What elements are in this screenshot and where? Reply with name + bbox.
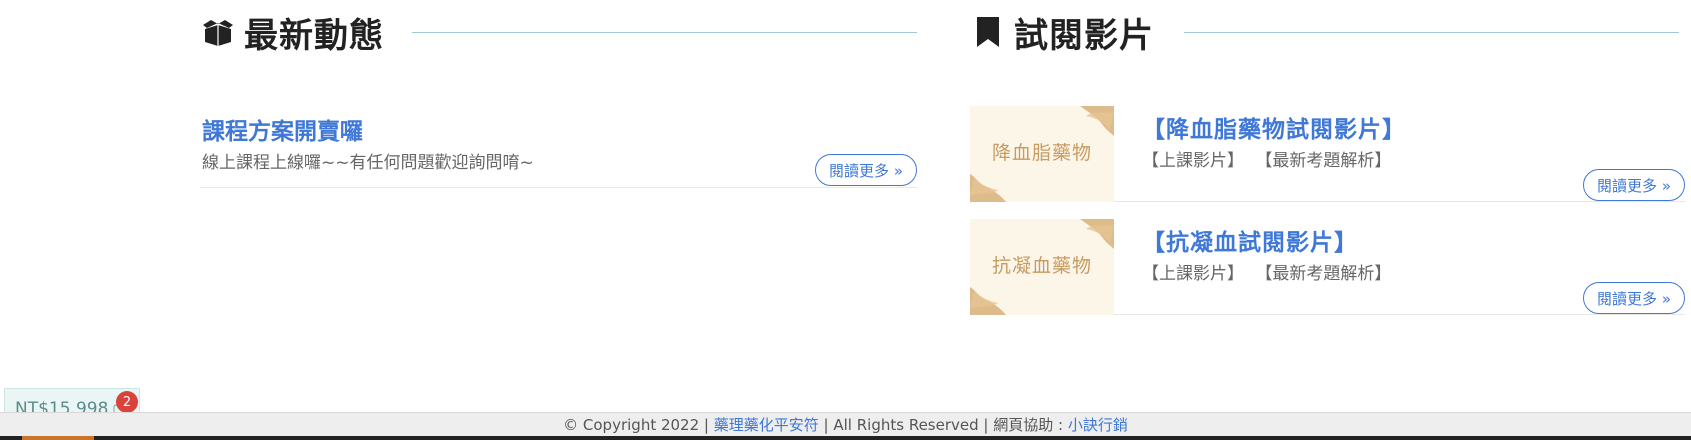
read-more-button[interactable]: 閱讀更多 »	[815, 154, 917, 186]
video-item-tags: 【上課影片】 【最新考題解析】	[1142, 146, 1397, 171]
footer-rights: | All Rights Reserved | 網頁協助 :	[823, 416, 1064, 434]
bookmark-icon	[970, 14, 1006, 50]
video-item-title[interactable]: 【抗凝血試閱影片】	[1142, 223, 1358, 257]
news-item-title[interactable]: 課程方案開賣囉	[202, 112, 363, 146]
thumbnail-title: 降血脂藥物	[991, 142, 1092, 164]
news-item: 課程方案開賣囉 線上課程上線囉~~有任何問題歡迎詢問唷~ 閱讀更多 »	[200, 108, 917, 188]
cart-count-badge: 2	[116, 391, 138, 413]
video-tag: 【上課影片】	[1142, 151, 1244, 171]
video-section-header: 試閱影片	[970, 10, 1679, 56]
thumbnail-title: 抗凝血藥物	[991, 255, 1092, 277]
footer-helper-link[interactable]: 小訣行銷	[1068, 416, 1128, 434]
video-item-title[interactable]: 【降血脂藥物試閱影片】	[1142, 110, 1406, 144]
section-divider	[412, 31, 917, 33]
footer-site-link[interactable]: 藥理藥化平安符	[714, 416, 819, 434]
footer-copyright: © Copyright 2022 |	[563, 416, 709, 434]
box-icon	[200, 14, 236, 50]
read-more-button[interactable]: 閱讀更多 »	[1583, 282, 1685, 314]
footer-accent-strip	[22, 436, 94, 440]
video-item: 降血脂藥物 【降血脂藥物試閱影片】 【上課影片】 【最新考題解析】 閱讀更多 »	[970, 106, 1685, 202]
footer-bottom-bar	[0, 436, 1691, 440]
video-tag: 【最新考題解析】	[1255, 264, 1392, 284]
section-divider	[1184, 31, 1679, 33]
video-tag: 【最新考題解析】	[1255, 151, 1392, 171]
video-section-title: 試閱影片	[1014, 15, 1154, 56]
news-item-description: 線上課程上線囉~~有任何問題歡迎詢問唷~	[202, 153, 534, 173]
video-thumbnail[interactable]: 抗凝血藥物	[970, 219, 1114, 315]
video-item-tags: 【上課影片】 【最新考題解析】	[1142, 259, 1397, 284]
video-thumbnail[interactable]: 降血脂藥物	[970, 106, 1114, 202]
video-tag: 【上課影片】	[1142, 264, 1244, 284]
news-section-header: 最新動態	[200, 10, 917, 56]
footer: © Copyright 2022 | 藥理藥化平安符 | All Rights …	[0, 412, 1691, 436]
news-section-title: 最新動態	[244, 15, 384, 56]
video-item: 抗凝血藥物 【抗凝血試閱影片】 【上課影片】 【最新考題解析】 閱讀更多 »	[970, 219, 1685, 315]
read-more-button[interactable]: 閱讀更多 »	[1583, 169, 1685, 201]
